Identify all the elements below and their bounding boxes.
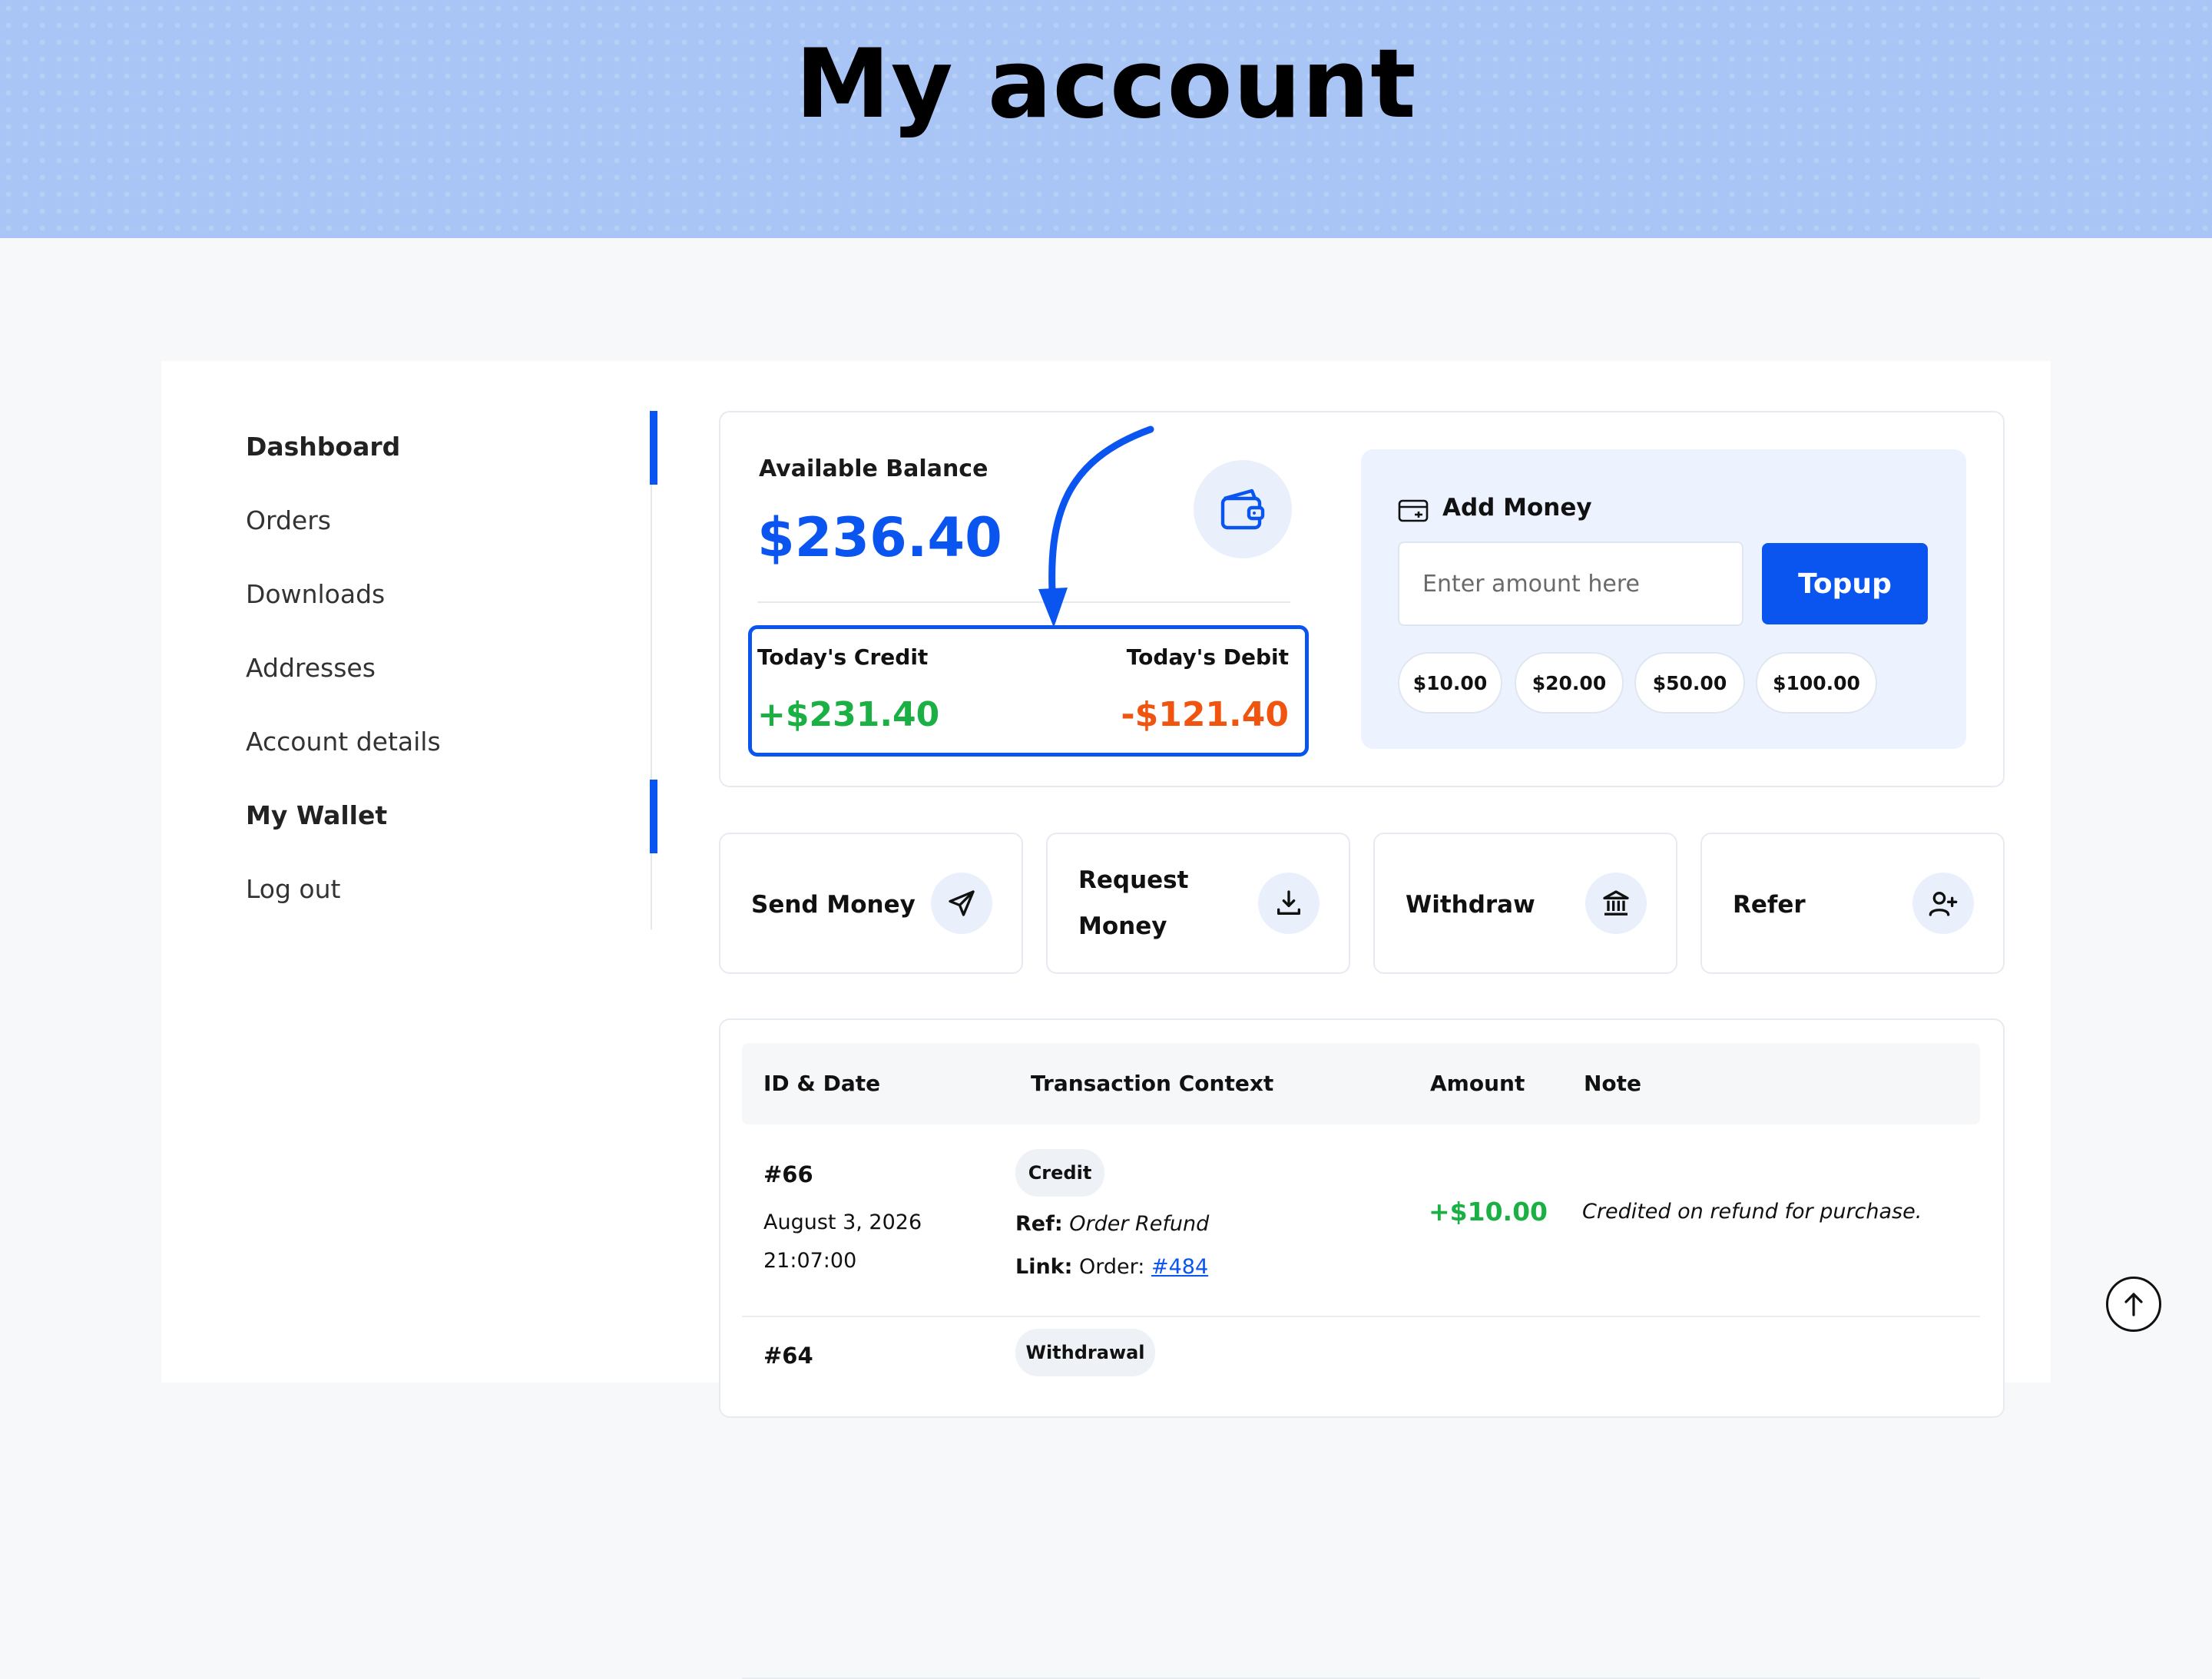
card-icon: [1398, 499, 1429, 522]
todays-credit-label: Today's Credit: [757, 644, 929, 670]
column-header-id-date: ID & Date: [763, 1071, 881, 1096]
order-link[interactable]: #484: [1151, 1255, 1208, 1279]
column-header-amount: Amount: [1430, 1071, 1525, 1096]
nav-active-indicator: [650, 411, 657, 485]
transaction-type-badge: Withdrawal: [1015, 1329, 1155, 1376]
todays-debit-label: Today's Debit: [1126, 644, 1289, 670]
transaction-time: 21:07:00: [763, 1249, 857, 1273]
arrow-up-icon: [2124, 1293, 2143, 1316]
transactions-card: ID & Date Transaction Context Amount Not…: [719, 1018, 2005, 1679]
nav-item-account-details[interactable]: Account details: [246, 727, 441, 757]
todays-debit-value: -$121.40: [1121, 695, 1289, 734]
annotation-arrow-icon: [1038, 426, 1154, 628]
withdraw-button[interactable]: Withdraw: [1373, 833, 1677, 974]
refer-button[interactable]: Refer: [1700, 833, 2005, 974]
add-money-panel: Add Money Topup $10.00 $20.00 $50.00 $10…: [1361, 449, 1966, 749]
transaction-date: August 3, 2026: [763, 1210, 922, 1234]
available-balance-label: Available Balance: [759, 455, 988, 482]
bank-icon: [1585, 873, 1647, 934]
page-header-banner: My account: [0, 0, 2212, 238]
nav-item-dashboard[interactable]: Dashboard: [246, 432, 400, 462]
request-money-button[interactable]: Request Money: [1046, 833, 1350, 974]
transaction-ref: Ref: Order Refund: [1015, 1212, 1209, 1236]
preset-amount-chip[interactable]: $10.00: [1398, 652, 1502, 714]
nav-item-log-out[interactable]: Log out: [246, 874, 340, 904]
ref-label: Ref:: [1015, 1212, 1063, 1236]
scroll-to-top-button[interactable]: [2106, 1277, 2161, 1332]
action-label: Withdraw: [1406, 891, 1535, 919]
preset-amount-chip[interactable]: $100.00: [1756, 652, 1877, 714]
nav-item-downloads[interactable]: Downloads: [246, 579, 385, 609]
link-prefix: Order:: [1079, 1255, 1145, 1279]
nav-item-orders[interactable]: Orders: [246, 505, 331, 535]
account-panel: Dashboard Orders Downloads Addresses Acc…: [161, 361, 2051, 1679]
action-label: Request Money: [1078, 866, 1189, 940]
action-label: Refer: [1733, 891, 1806, 919]
transaction-link: Link: Order: #484: [1015, 1255, 1208, 1279]
link-label: Link:: [1015, 1255, 1073, 1279]
send-icon: [931, 873, 992, 934]
todays-credit-value: +$231.40: [757, 695, 940, 734]
column-header-context: Transaction Context: [1031, 1071, 1274, 1096]
available-balance-amount: $236.40: [757, 506, 1002, 569]
nav-active-indicator: [650, 780, 657, 853]
row-divider: [742, 1316, 1980, 1317]
nav-item-my-wallet[interactable]: My Wallet: [246, 800, 387, 830]
preset-amount-chip[interactable]: $50.00: [1634, 652, 1745, 714]
action-label: Send Money: [751, 891, 916, 919]
wallet-icon: [1194, 460, 1292, 558]
amount-input[interactable]: [1398, 541, 1743, 626]
topup-button[interactable]: Topup: [1762, 543, 1928, 624]
transaction-type-badge: Credit: [1015, 1149, 1104, 1197]
download-icon: [1258, 873, 1320, 934]
transaction-note: Credited on refund for purchase.: [1582, 1200, 1922, 1224]
preset-amount-chip[interactable]: $20.00: [1515, 652, 1624, 714]
wallet-summary-card: Available Balance $236.40 Today's Credit…: [719, 411, 2005, 787]
nav-item-addresses[interactable]: Addresses: [246, 653, 376, 683]
send-money-button[interactable]: Send Money: [719, 833, 1023, 974]
transaction-id: #66: [763, 1161, 813, 1187]
column-header-note: Note: [1584, 1071, 1642, 1096]
ref-value: Order Refund: [1069, 1212, 1210, 1236]
transaction-id: #64: [763, 1343, 813, 1369]
table-header: ID & Date Transaction Context Amount Not…: [742, 1043, 1980, 1124]
page-title: My account: [795, 29, 1417, 140]
add-money-title: Add Money: [1442, 494, 1592, 522]
add-user-icon: [1912, 873, 1974, 934]
transaction-amount: +$10.00: [1429, 1197, 1548, 1227]
